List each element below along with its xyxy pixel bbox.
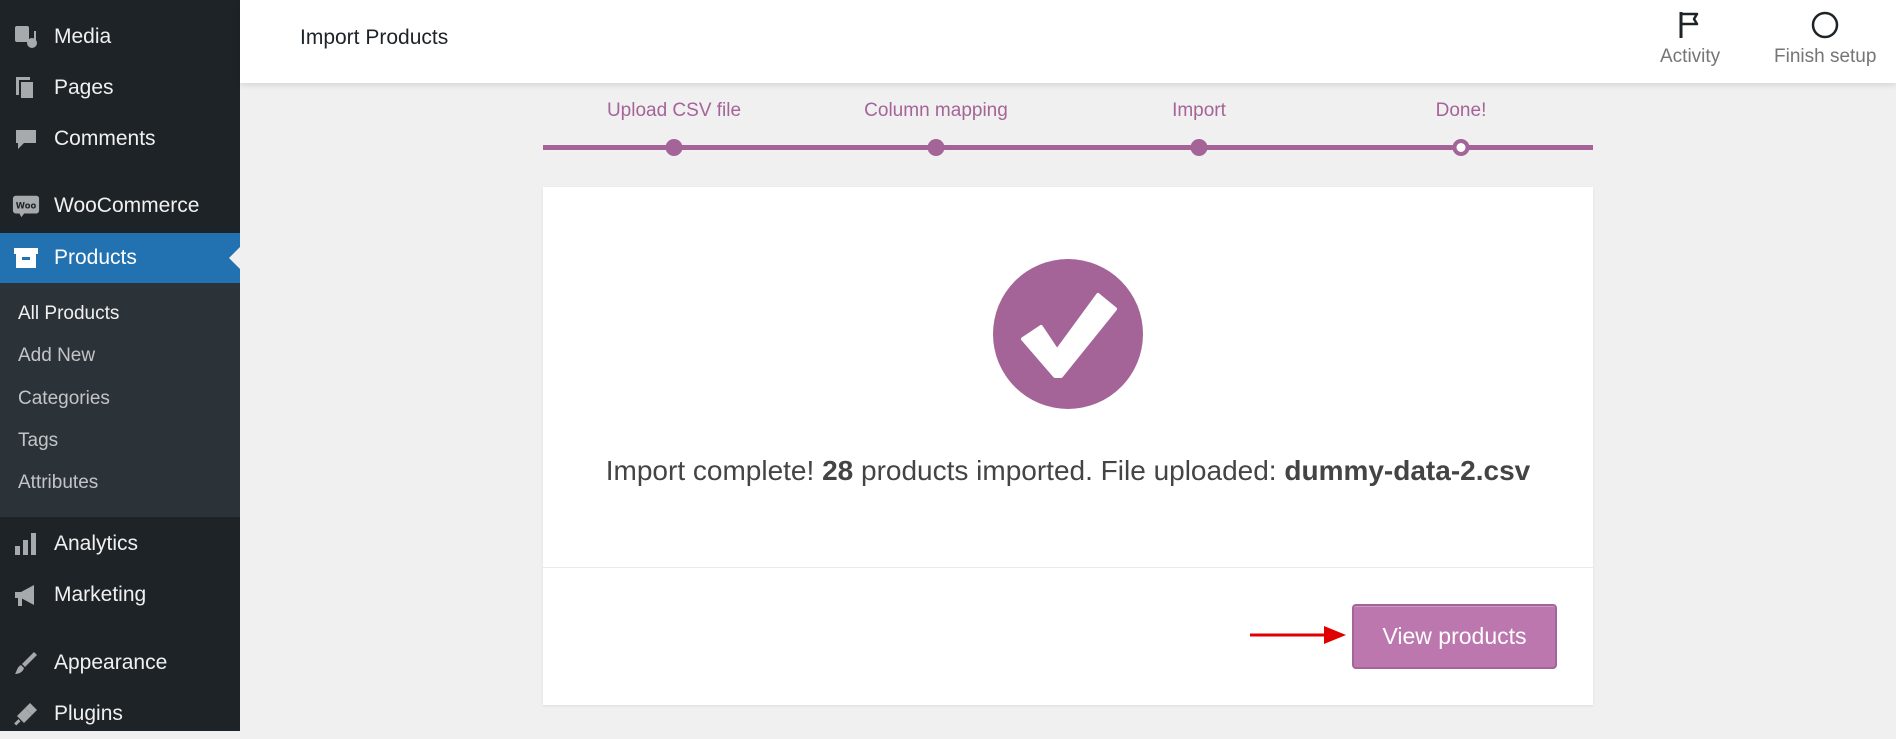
import-stepper: Upload CSV file Column mapping Import Do… (543, 100, 1593, 160)
sidebar-item-label: WooCommerce (54, 194, 200, 217)
step-label: Upload CSV file (606, 100, 742, 121)
sidebar-item-label: Marketing (54, 583, 147, 606)
sidebar-item-plugins[interactable]: Plugins (0, 689, 240, 739)
submenu-categories[interactable]: Categories (18, 388, 110, 410)
flag-icon (1673, 8, 1707, 42)
sidebar-item-appearance[interactable]: Appearance (0, 638, 240, 688)
import-result-card: Import complete! 28 products imported. F… (543, 187, 1593, 705)
step-upload-csv: Upload CSV file (543, 100, 805, 156)
circle-icon (1808, 8, 1842, 42)
activity-label: Activity (1660, 46, 1721, 67)
sidebar-item-analytics[interactable]: Analytics (0, 519, 240, 569)
submenu-add-new[interactable]: Add New (18, 345, 95, 367)
sidebar-item-label: Analytics (54, 532, 139, 555)
submenu-tags[interactable]: Tags (18, 430, 58, 452)
submenu-all-products[interactable]: All Products (18, 303, 119, 325)
analytics-icon (12, 530, 40, 558)
finish-setup-label: Finish setup (1774, 46, 1877, 67)
activity-button[interactable]: Activity (1660, 8, 1720, 68)
media-icon (12, 23, 40, 51)
card-divider (543, 567, 1593, 568)
step-done: Done! (1330, 100, 1592, 156)
svg-text:Woo: Woo (16, 200, 37, 210)
view-products-button[interactable]: View products (1352, 604, 1557, 669)
result-prefix: Import complete! (605, 455, 815, 486)
sidebar-item-media[interactable]: Media (0, 12, 240, 62)
step-label: Column mapping (864, 100, 1008, 121)
sidebar-item-woocommerce[interactable]: Woo WooCommerce (0, 181, 240, 231)
pages-icon (12, 74, 40, 102)
stepper-progress-line (543, 145, 1593, 150)
step-dot (665, 139, 683, 156)
sidebar-item-label: Pages (54, 76, 114, 99)
imported-count: 28 (822, 455, 854, 486)
step-import: Import (1068, 100, 1330, 156)
step-dot (927, 139, 945, 156)
result-middle: products imported. File uploaded: (861, 455, 1277, 486)
admin-sidebar: Media Pages Comments Woo WooCommerce Pro… (0, 0, 240, 731)
finish-setup-button[interactable]: Finish setup (1774, 8, 1876, 68)
products-icon (12, 244, 40, 272)
import-result-message: Import complete! 28 products imported. F… (543, 455, 1593, 487)
page-header: Import Products Activity Finish setup (240, 0, 1896, 83)
step-column-mapping: Column mapping (805, 100, 1067, 156)
sidebar-item-pages[interactable]: Pages (0, 63, 240, 113)
sidebar-item-products[interactable]: Products (0, 233, 240, 283)
comments-icon (12, 125, 40, 153)
sidebar-item-label: Plugins (54, 702, 123, 725)
submenu-attributes[interactable]: Attributes (18, 472, 98, 494)
products-submenu: All Products Add New Categories Tags Att… (0, 283, 240, 517)
brush-icon (12, 649, 40, 677)
step-dot-current (1452, 139, 1470, 156)
sidebar-item-label: Appearance (54, 651, 168, 674)
page-title: Import Products (300, 26, 449, 49)
uploaded-filename: dummy-data-2.csv (1284, 455, 1531, 486)
sidebar-item-label: Media (54, 25, 112, 48)
checkmark-icon (993, 259, 1143, 409)
sidebar-item-marketing[interactable]: Marketing (0, 570, 240, 620)
plugin-icon (12, 700, 40, 728)
woocommerce-icon: Woo (12, 192, 40, 220)
sidebar-item-label: Products (54, 246, 137, 269)
sidebar-item-label: Comments (54, 127, 156, 150)
step-dot (1190, 139, 1208, 156)
red-arrow-annotation-icon (1250, 626, 1346, 644)
active-indicator (229, 247, 240, 269)
step-label: Done! (1435, 100, 1487, 121)
sidebar-item-comments[interactable]: Comments (0, 114, 240, 164)
step-label: Import (1172, 100, 1226, 121)
megaphone-icon (12, 581, 40, 609)
